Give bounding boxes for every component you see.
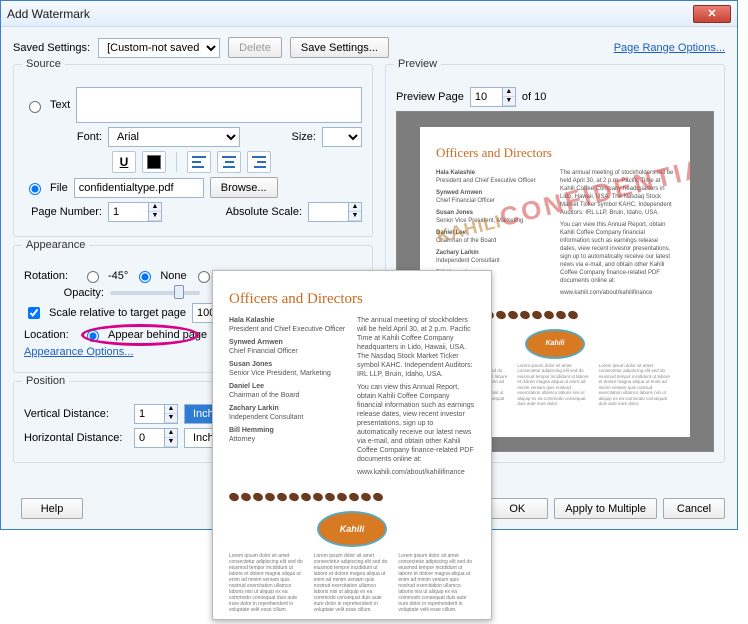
kahili-logo: Kahili: [525, 329, 585, 359]
watermark-text-input[interactable]: [76, 87, 362, 123]
browse-button[interactable]: Browse...: [210, 177, 278, 198]
cancel-button[interactable]: Cancel: [663, 498, 725, 519]
vertical-distance-spinner[interactable]: ▲▼: [134, 404, 178, 424]
appearance-group-label: Appearance: [22, 239, 89, 251]
source-file-radio[interactable]: [29, 183, 41, 195]
text-color-button[interactable]: [142, 151, 166, 173]
kahili-logo: Kahili: [317, 511, 387, 547]
absolute-scale-label: Absolute Scale:: [226, 206, 302, 218]
font-dropdown[interactable]: Arial: [108, 127, 240, 147]
close-button[interactable]: ✕: [693, 5, 731, 23]
horizontal-distance-spinner[interactable]: ▲▼: [134, 428, 178, 448]
rotation-label: Rotation:: [24, 270, 76, 282]
preview-group-label: Preview: [394, 58, 441, 70]
scale-relative-checkbox[interactable]: [28, 307, 40, 319]
help-button[interactable]: Help: [21, 498, 83, 519]
horizontal-distance-label: Horizontal Distance:: [24, 432, 128, 444]
preview-page-label: Preview Page: [396, 91, 464, 103]
vertical-distance-label: Vertical Distance:: [24, 408, 128, 420]
saved-settings-dropdown[interactable]: [Custom-not saved]: [98, 38, 220, 58]
location-label: Location:: [24, 329, 76, 341]
absolute-scale-spinner[interactable]: ▲▼: [308, 202, 362, 222]
doc-title: Officers and Directors: [229, 291, 475, 308]
font-label: Font:: [24, 131, 102, 143]
location-behind-radio[interactable]: [87, 330, 99, 342]
size-label: Size:: [292, 131, 316, 143]
window-title: Add Watermark: [7, 7, 90, 21]
underline-button[interactable]: U: [112, 151, 136, 173]
source-text-radio[interactable]: [29, 101, 41, 113]
source-file-label: File: [50, 182, 68, 194]
file-path-input[interactable]: [74, 178, 204, 198]
size-dropdown[interactable]: [322, 127, 362, 147]
source-group: Source Text Font: Arial Size: U: [13, 64, 373, 237]
position-group-label: Position: [22, 375, 69, 387]
ok-button[interactable]: OK: [486, 498, 548, 519]
floating-document-preview: Officers and Directors Hala KalashiePres…: [212, 270, 492, 620]
source-group-label: Source: [22, 58, 65, 70]
align-right-button[interactable]: [247, 151, 271, 173]
rotation-neg45-radio[interactable]: [87, 271, 99, 283]
saved-settings-label: Saved Settings:: [13, 42, 90, 54]
rotation-45-radio[interactable]: [198, 271, 210, 283]
doc-title: Officers and Directors: [436, 145, 674, 161]
source-text-label: Text: [50, 99, 70, 111]
preview-page-spinner[interactable]: ▲▼: [470, 87, 516, 107]
page-number-spinner[interactable]: ▲▼: [108, 202, 162, 222]
rotation-none-radio[interactable]: [139, 271, 151, 283]
preview-page-total: of 10: [522, 91, 546, 103]
scale-relative-label: Scale relative to target page: [49, 307, 186, 319]
appearance-options-link[interactable]: Appearance Options...: [24, 346, 133, 358]
save-settings-button[interactable]: Save Settings...: [290, 37, 389, 58]
location-behind-label: Appear behind page: [108, 329, 207, 341]
page-number-label: Page Number:: [24, 206, 102, 218]
opacity-slider[interactable]: [110, 291, 200, 295]
delete-button[interactable]: Delete: [228, 37, 282, 58]
titlebar[interactable]: Add Watermark ✕: [1, 1, 737, 27]
apply-to-multiple-button[interactable]: Apply to Multiple: [554, 498, 657, 519]
align-center-button[interactable]: [217, 151, 241, 173]
align-left-button[interactable]: [187, 151, 211, 173]
opacity-label: Opacity:: [24, 287, 104, 299]
page-range-options-link[interactable]: Page Range Options...: [614, 42, 725, 54]
